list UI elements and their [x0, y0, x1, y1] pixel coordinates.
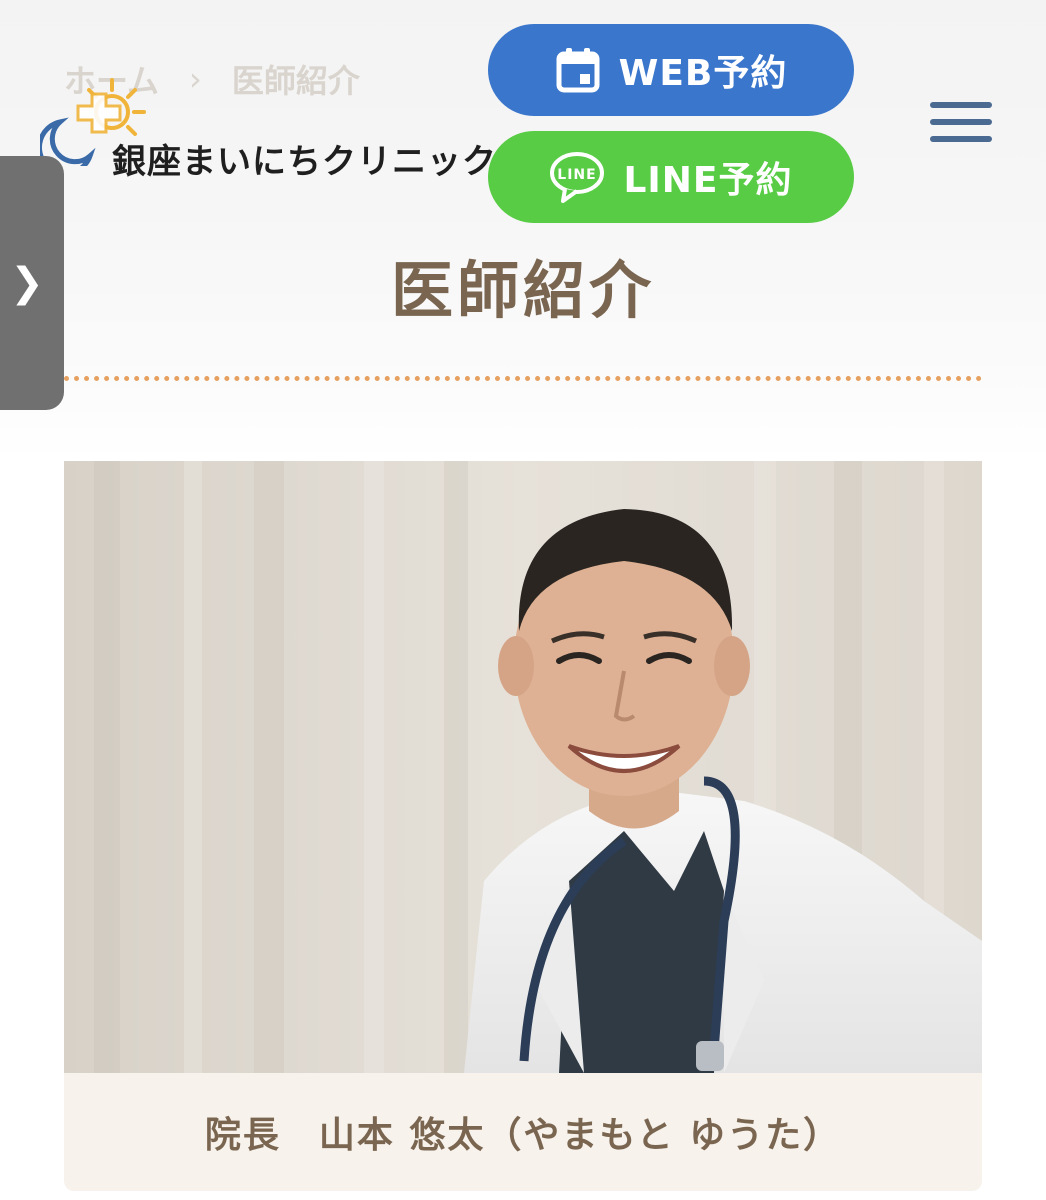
web-reservation-button[interactable]: WEB予約 — [488, 24, 854, 116]
doctor-name: 院長 山本 悠太（やまもと ゆうた） — [204, 1115, 842, 1156]
page: ホーム › 医師紹介 銀座まいにちクリニック — [0, 0, 1046, 1200]
clinic-logo[interactable]: 銀座まいにちクリニック — [40, 76, 496, 182]
line-icon: LINE — [550, 152, 605, 203]
calendar-icon — [556, 48, 600, 93]
menu-icon[interactable] — [930, 102, 992, 144]
line-icon-text: LINE — [558, 167, 597, 183]
logo-text: 銀座まいにちクリニック — [112, 142, 497, 182]
doctor-caption-card: 院長 山本 悠太（やまもと ゆうた） — [64, 1073, 982, 1191]
web-reservation-label: WEB予約 — [618, 53, 788, 94]
heading-divider — [64, 376, 982, 381]
doctor-photo — [64, 461, 982, 1073]
line-reservation-button[interactable]: LINE LINE予約 — [488, 131, 854, 223]
page-title: 医師紹介 — [390, 254, 655, 327]
line-reservation-label: LINE予約 — [623, 160, 793, 201]
